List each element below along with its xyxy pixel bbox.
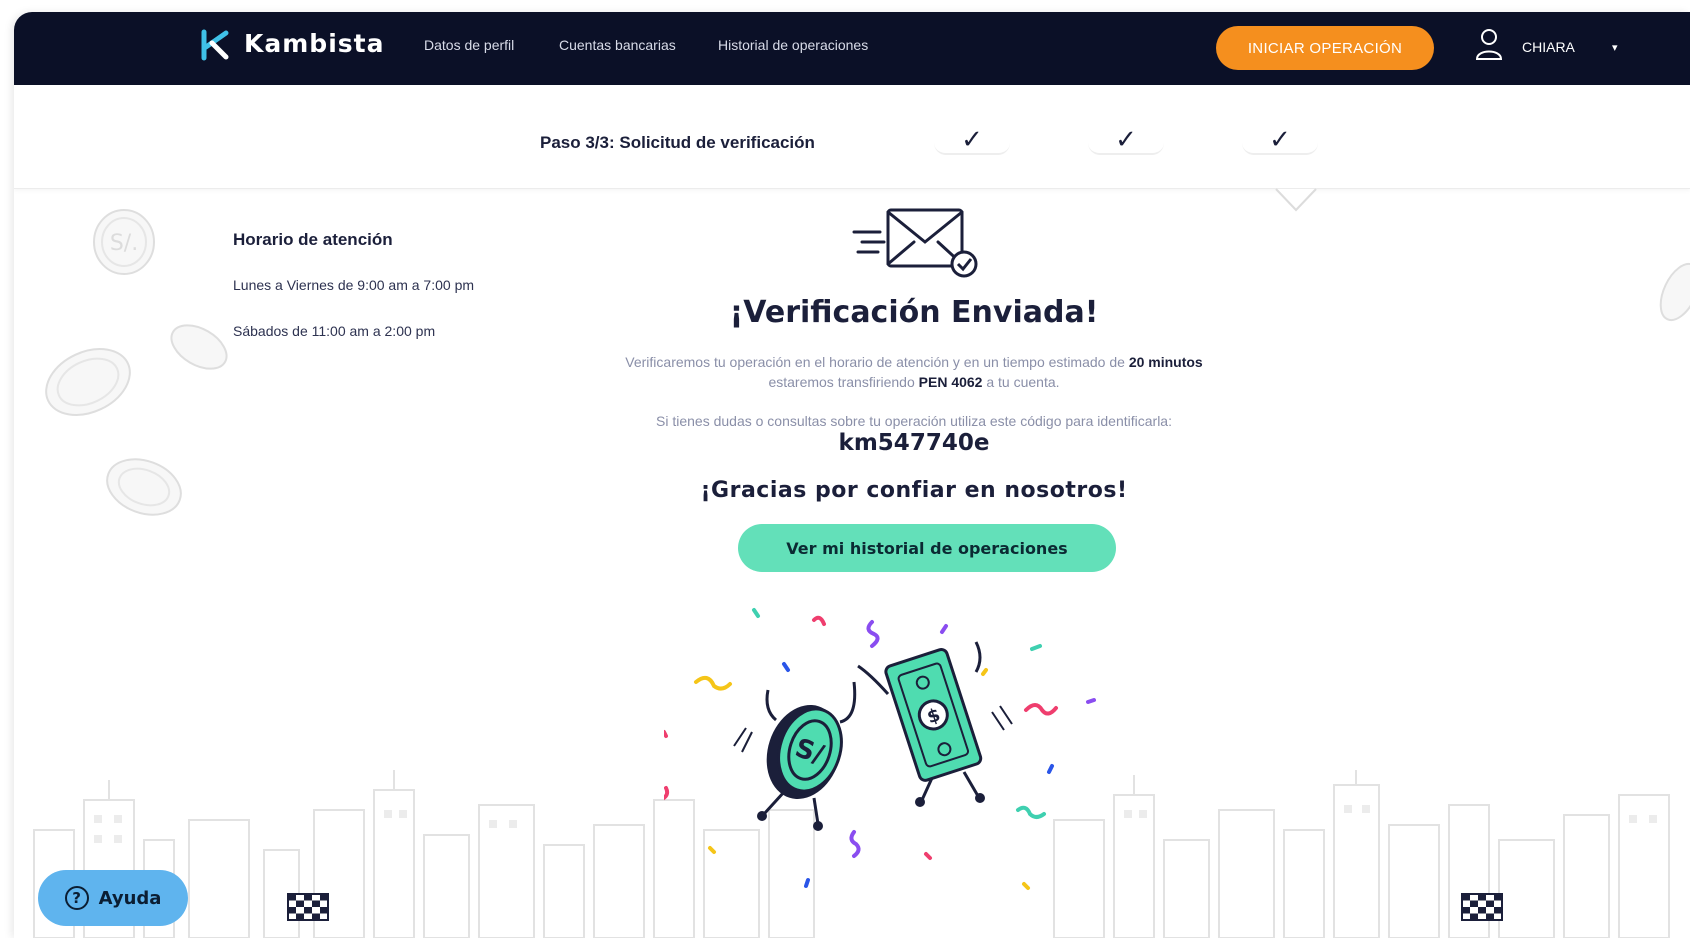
help-label: Ayuda [98, 887, 162, 909]
user-icon[interactable] [1474, 27, 1504, 61]
message-text-2: estaremos transfiriendo [768, 374, 915, 390]
coin-icon [1659, 262, 1690, 322]
step-title: Paso 3/3: Solicitud de verificación [540, 133, 815, 152]
top-navbar: Kambista Datos de perfil Cuentas bancari… [14, 12, 1690, 85]
operation-code-block: Si tienes dudas o consultas sobre tu ope… [614, 410, 1214, 456]
hours-saturday: Sábados de 11:00 am a 2:00 pm [233, 323, 436, 339]
hours-weekdays: Lunes a Viernes de 9:00 am a 7:00 pm [233, 277, 475, 293]
verification-message: Verificaremos tu operación en el horario… [614, 352, 1214, 392]
step-3-check-icon: ✓ [1242, 127, 1318, 155]
chevron-down-icon[interactable]: ▾ [1612, 41, 1618, 54]
app-frame: Kambista Datos de perfil Cuentas bancari… [14, 12, 1690, 938]
nav-link-bank-accounts[interactable]: Cuentas bancarias [559, 37, 676, 53]
stepper-bar: Paso 3/3: Solicitud de verificación ✓ ✓ … [14, 85, 1690, 189]
kambista-logo-icon[interactable] [200, 29, 232, 61]
view-history-button[interactable]: Ver mi historial de operaciones [738, 524, 1116, 572]
help-icon: ? [64, 886, 89, 910]
step-2-check-icon: ✓ [1088, 127, 1164, 155]
time-estimate: 20 minutos [1128, 354, 1203, 370]
finish-flag-icon [1461, 893, 1503, 921]
help-button[interactable]: ? Ayuda [38, 870, 188, 926]
step-pointer-icon [1275, 188, 1317, 212]
code-intro-text: Si tienes dudas o consultas sobre tu ope… [656, 413, 1172, 429]
nav-link-operations-history[interactable]: Historial de operaciones [718, 37, 868, 53]
envelope-sent-icon [852, 208, 978, 278]
start-operation-button[interactable]: INICIAR OPERACIÓN [1216, 26, 1434, 70]
coin-icon [45, 348, 131, 416]
brand-name[interactable]: Kambista [244, 29, 384, 58]
thanks-message: ¡Gracias por confiar en nosotros! [700, 478, 1128, 503]
nav-link-profile[interactable]: Datos de perfil [424, 37, 514, 53]
transfer-amount: PEN 4062 [918, 374, 983, 390]
user-name[interactable]: CHIARA [1522, 39, 1575, 55]
celebration-illustration: S/ $ [664, 608, 1096, 890]
svg-text:S/.: S/. [110, 231, 138, 256]
coin-icon: S/. [93, 209, 155, 275]
message-text-1: Verificaremos tu operación en el horario… [625, 354, 1125, 370]
operation-code: km547740e [838, 430, 990, 456]
hours-title: Horario de atención [233, 230, 393, 249]
verification-sent-headline: ¡Verificación Enviada! [729, 295, 1099, 330]
coin-icon [170, 324, 228, 370]
finish-flag-icon [287, 893, 329, 921]
step-1-check-icon: ✓ [934, 127, 1010, 155]
message-text-3: a tu cuenta. [986, 374, 1060, 390]
coin-icon [106, 458, 182, 516]
